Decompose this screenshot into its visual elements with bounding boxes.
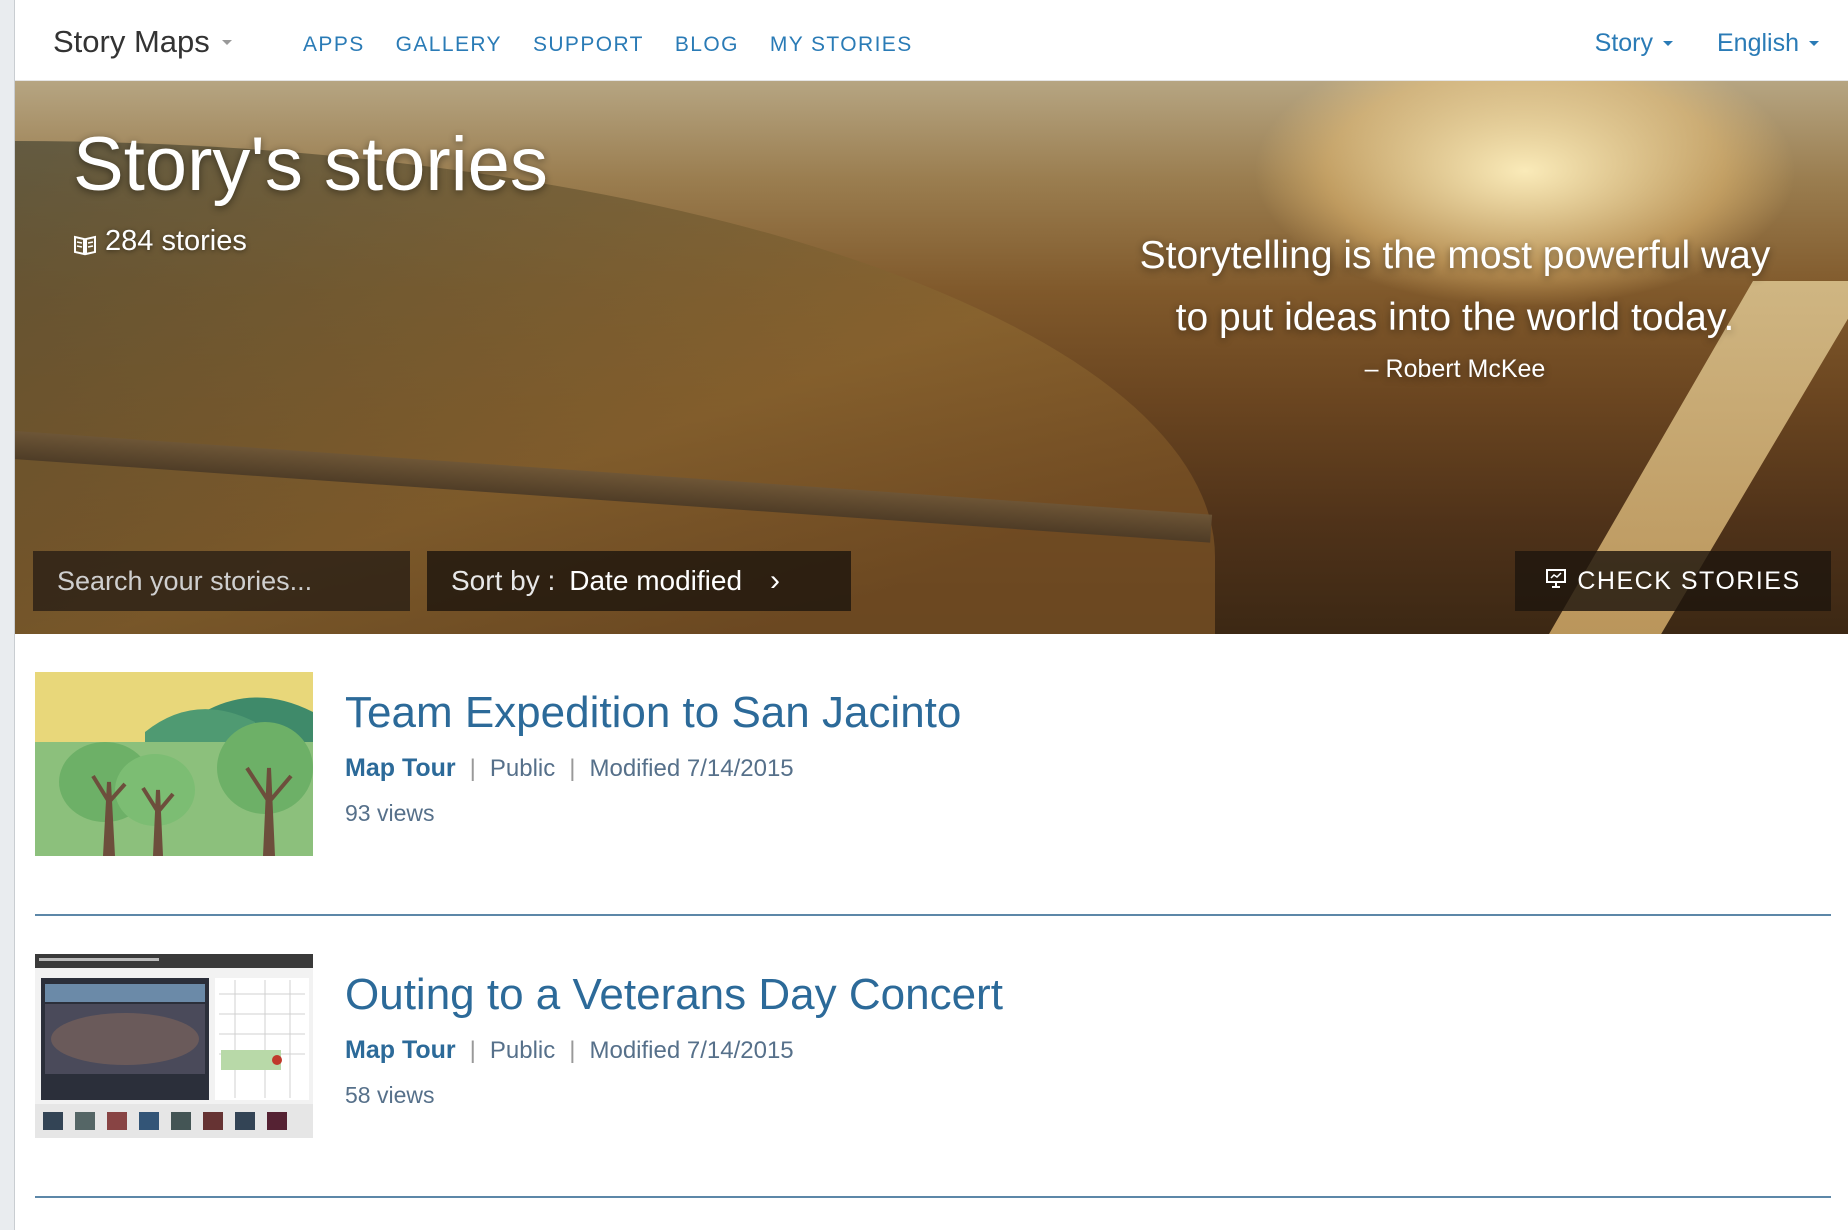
story-modified: Modified 7/14/2015 bbox=[589, 1036, 794, 1064]
nav-link-blog[interactable]: BLOG bbox=[675, 33, 739, 57]
check-stories-button[interactable]: CHECK STORIES bbox=[1515, 551, 1831, 611]
story-meta: Map Tour | Public | Modified 7/14/2015 bbox=[345, 1036, 794, 1065]
hero-banner: Story's stories 284 stories Storytelling… bbox=[15, 81, 1848, 634]
sort-dropdown[interactable]: Sort by : Date modified › bbox=[427, 551, 851, 611]
user-menu[interactable]: Story bbox=[1595, 29, 1673, 58]
trees-illustration-icon bbox=[35, 672, 313, 856]
story-modified: Modified 7/14/2015 bbox=[589, 754, 794, 782]
story-list: Team Expedition to San Jacinto Map Tour … bbox=[35, 634, 1831, 1198]
story-thumbnail[interactable] bbox=[35, 954, 313, 1138]
nav-link-gallery[interactable]: GALLERY bbox=[396, 33, 502, 57]
user-menu-label: Story bbox=[1594, 29, 1653, 57]
brand-menu[interactable]: Story Maps bbox=[53, 24, 232, 60]
quote-author: – Robert McKee bbox=[1364, 355, 1546, 383]
story-views: 93 views bbox=[345, 800, 435, 826]
sort-value: Date modified bbox=[569, 565, 743, 596]
list-item: Outing to a Veterans Day Concert Map Tou… bbox=[35, 916, 1831, 1198]
meta-separator: | bbox=[569, 754, 576, 782]
list-item: Team Expedition to San Jacinto Map Tour … bbox=[35, 634, 1831, 916]
story-count-label: 284 stories bbox=[105, 225, 247, 257]
story-visibility: Public bbox=[489, 1036, 556, 1064]
meta-separator: | bbox=[569, 1036, 576, 1064]
quote-line-1: Storytelling is the most powerful way bbox=[1139, 234, 1771, 277]
language-menu-label: English bbox=[1717, 29, 1799, 57]
app-window: Story Maps APPS GALLERY SUPPORT BLOG MY … bbox=[14, 0, 1848, 1230]
story-title[interactable]: Team Expedition to San Jacinto bbox=[345, 688, 961, 738]
book-icon bbox=[73, 231, 97, 255]
story-meta: Map Tour | Public | Modified 7/14/2015 bbox=[345, 754, 794, 783]
meta-separator: | bbox=[469, 1036, 476, 1064]
story-title[interactable]: Outing to a Veterans Day Concert bbox=[345, 970, 1003, 1020]
quote-line-2: to put ideas into the world today. bbox=[1175, 296, 1735, 339]
chevron-down-icon bbox=[1809, 41, 1819, 46]
hero-quote: Storytelling is the most powerful way to… bbox=[1095, 225, 1815, 384]
story-type[interactable]: Map Tour bbox=[345, 754, 456, 783]
nav-link-support[interactable]: SUPPORT bbox=[533, 33, 644, 57]
nav-link-apps[interactable]: APPS bbox=[303, 33, 365, 57]
chevron-down-icon bbox=[1663, 41, 1673, 46]
chevron-down-icon bbox=[221, 39, 232, 45]
sort-label: Sort by : bbox=[451, 565, 556, 596]
top-navbar: Story Maps APPS GALLERY SUPPORT BLOG MY … bbox=[15, 0, 1848, 81]
language-menu[interactable]: English bbox=[1717, 29, 1819, 58]
story-thumbnail[interactable] bbox=[35, 672, 313, 856]
chevron-right-icon: › bbox=[770, 564, 781, 597]
brand-label: Story Maps bbox=[53, 24, 210, 59]
story-count: 284 stories bbox=[73, 225, 247, 258]
story-visibility: Public bbox=[489, 754, 556, 782]
page-title: Story's stories bbox=[73, 122, 548, 207]
nav-links: APPS GALLERY SUPPORT BLOG MY STORIES bbox=[303, 33, 944, 57]
story-type[interactable]: Map Tour bbox=[345, 1036, 456, 1065]
search-input[interactable]: Search your stories... bbox=[33, 551, 410, 611]
meta-separator: | bbox=[469, 754, 476, 782]
story-views: 58 views bbox=[345, 1082, 435, 1108]
nav-right: Story English bbox=[1551, 29, 1819, 58]
presentation-icon bbox=[1545, 567, 1567, 596]
nav-link-my-stories[interactable]: MY STORIES bbox=[770, 33, 913, 57]
map-tour-screenshot-icon bbox=[35, 954, 313, 1138]
check-stories-label: CHECK STORIES bbox=[1577, 566, 1801, 595]
